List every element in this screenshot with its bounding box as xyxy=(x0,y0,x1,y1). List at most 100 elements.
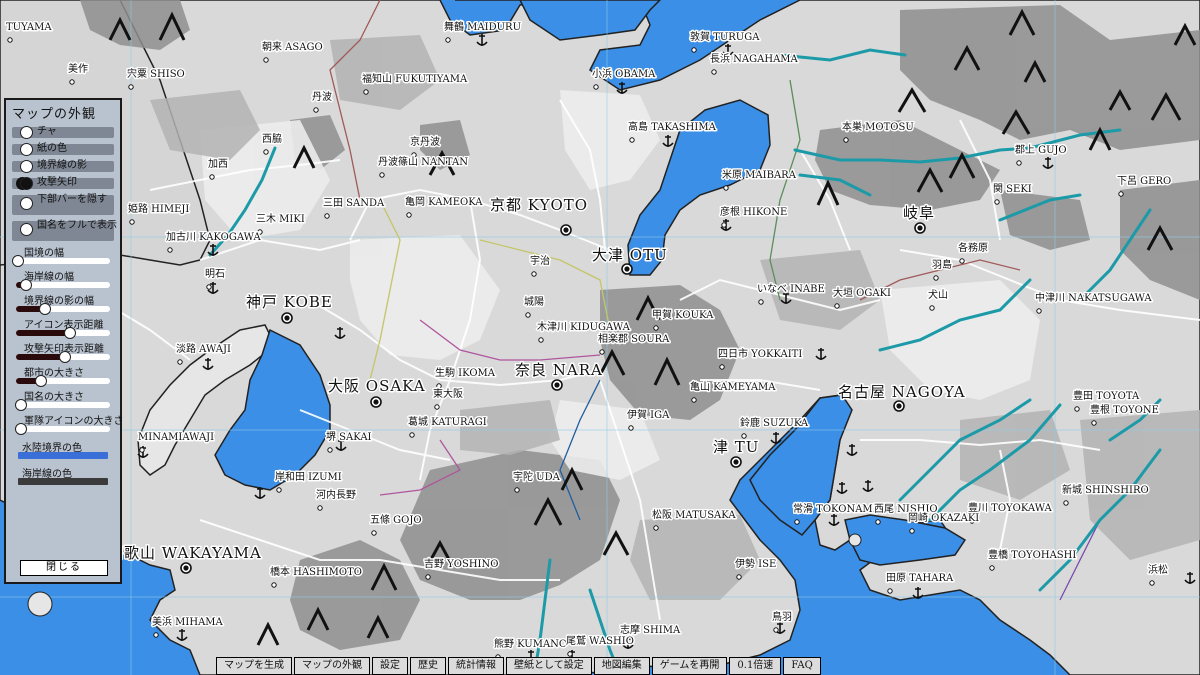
toolbar-button[interactable]: FAQ xyxy=(783,657,821,675)
city-label: 亀岡 KAMEOKA xyxy=(405,195,483,208)
slider-knob[interactable] xyxy=(15,399,27,411)
water-border-color-row[interactable]: 水陸境界の色 xyxy=(10,438,116,462)
city-marker xyxy=(1091,420,1097,426)
city-label: 甲賀 KOUKA xyxy=(652,309,714,321)
toggle-label: 国名をフルで表示 xyxy=(37,220,117,231)
city-marker xyxy=(593,84,599,90)
city-label: 鳥羽 xyxy=(772,610,792,623)
slider-knob[interactable] xyxy=(64,327,76,339)
coastline-color-row[interactable]: 海岸線の色 xyxy=(10,464,116,488)
city-label: 岸和田 IZUMI xyxy=(275,471,342,483)
toolbar-button[interactable]: マップの外観 xyxy=(294,657,370,675)
city-marker xyxy=(741,433,747,439)
slider-label: 軍隊アイコンの大きさ xyxy=(24,416,124,427)
slider-row[interactable]: 国境の幅 xyxy=(10,244,116,268)
slider-row[interactable]: 国名の大きさ xyxy=(10,388,116,412)
city-label: 朝来 ASAGO xyxy=(262,41,323,53)
color-swatch[interactable] xyxy=(18,452,108,459)
city-label: 三木 MIKI xyxy=(256,213,305,225)
city-marker xyxy=(628,425,634,431)
city-label: 松阪 MATUSAKA xyxy=(652,508,736,521)
toolbar-button[interactable]: 歴史 xyxy=(410,657,446,675)
toggle-row[interactable]: 攻撃矢印 xyxy=(10,175,116,192)
toggle-label: 下部バーを隠す xyxy=(37,194,107,205)
slider-knob[interactable] xyxy=(20,279,32,291)
slider-knob[interactable] xyxy=(39,303,51,315)
toggle-knob[interactable] xyxy=(20,160,33,173)
slider-row[interactable]: アイコン表示距離 xyxy=(10,316,116,340)
city-label: 各務原 xyxy=(958,241,988,254)
city-marker xyxy=(711,69,717,75)
slider-knob[interactable] xyxy=(12,255,24,267)
toggle-row[interactable]: チャ xyxy=(10,124,116,141)
toolbar-button[interactable]: 統計情報 xyxy=(448,657,504,675)
slider-track[interactable] xyxy=(16,426,110,432)
slider-knob[interactable] xyxy=(59,351,71,363)
toggle-row[interactable]: 境界線の影 xyxy=(10,158,116,175)
city-marker xyxy=(129,219,135,225)
close-button[interactable]: 閉じる xyxy=(20,560,108,576)
toggle-knob[interactable] xyxy=(20,223,33,236)
city-label: 大垣 OGAKI xyxy=(833,286,891,299)
slider-track[interactable] xyxy=(16,258,110,264)
city-label: 伊勢 ISE xyxy=(735,557,776,570)
slider-track[interactable] xyxy=(16,402,110,408)
toolbar-button[interactable]: 0.1倍速 xyxy=(729,657,782,675)
major-city-label: 京都 KYOTO xyxy=(490,196,588,214)
toggle-row[interactable]: 国名をフルで表示 xyxy=(10,218,117,244)
toolbar-button[interactable]: 地図編集 xyxy=(593,657,650,675)
slider-row[interactable]: 境界線の影の幅 xyxy=(10,292,116,316)
major-city-label: 津 TU xyxy=(713,438,759,456)
major-city-label: 神戸 KOBE xyxy=(246,293,333,311)
city-marker xyxy=(691,47,697,53)
toolbar-button[interactable]: ゲームを再開 xyxy=(651,657,728,675)
city-label: 四日市 YOKKAITI xyxy=(718,347,802,360)
city-marker xyxy=(436,383,442,389)
city-label: 生駒 IKOMA xyxy=(435,366,496,379)
city-label: 本巣 MOTOSU xyxy=(842,120,914,133)
toolbar-button[interactable]: マップを生成 xyxy=(216,657,292,675)
city-marker xyxy=(406,212,412,218)
slider-row[interactable]: 都市の大きさ xyxy=(10,364,116,388)
city-label: 堺 SAKAI xyxy=(326,431,372,443)
city-label: 高島 TAKASHIMA xyxy=(628,120,717,133)
city-marker xyxy=(514,487,520,493)
major-city-label: 岐阜 xyxy=(903,204,935,222)
city-marker xyxy=(445,37,451,43)
city-label: 鈴鹿 SUZUKA xyxy=(740,416,809,429)
toolbar-button[interactable]: 設定 xyxy=(372,657,408,675)
toggle-knob[interactable] xyxy=(20,197,33,210)
toggle-row[interactable]: 下部バーを隠す xyxy=(10,192,116,218)
slider-row[interactable]: 海岸線の幅 xyxy=(10,268,116,292)
city-marker xyxy=(7,37,13,43)
city-label: 小浜 OBAMA xyxy=(592,68,656,80)
color-swatch[interactable] xyxy=(18,478,108,485)
city-marker xyxy=(567,651,573,657)
slider-row[interactable]: 軍隊アイコンの大きさ xyxy=(10,412,124,436)
city-marker xyxy=(324,213,330,219)
slider-fill xyxy=(16,330,70,336)
toggle-knob[interactable] xyxy=(20,177,33,190)
toggle-label: 紙の色 xyxy=(37,143,67,154)
bottom-toolbar: マップを生成 マップの外観 設定 歴史 統計情報 壁紙として設定 地図編集 ゲームを再開 0.1… xyxy=(216,657,821,675)
toggle-row[interactable]: 紙の色 xyxy=(10,141,116,158)
city-marker xyxy=(887,588,893,594)
city-marker xyxy=(929,305,935,311)
city-marker xyxy=(653,325,659,331)
city-marker xyxy=(379,172,385,178)
city-label: 姫路 HIMEJI xyxy=(128,202,189,215)
city-marker xyxy=(1063,500,1069,506)
toggle-knob[interactable] xyxy=(20,126,33,139)
slider-knob[interactable] xyxy=(35,375,47,387)
city-label: 田原 TAHARA xyxy=(886,572,954,584)
city-label: 常滑 TOKONAME xyxy=(793,502,880,515)
toggle-knob[interactable] xyxy=(20,143,33,156)
city-marker xyxy=(525,312,531,318)
game-map[interactable]: 京都 KYOTO 大津 OTU 神戸 KOBE 大阪 OSAKA 奈良 NARA 名古屋 … xyxy=(0,0,1200,675)
slider-knob[interactable] xyxy=(15,423,27,435)
city-marker xyxy=(1149,580,1155,586)
city-label: 長浜 NAGAHAMA xyxy=(710,53,799,65)
toolbar-button[interactable]: 壁紙として設定 xyxy=(506,657,592,675)
slider-row[interactable]: 攻撃矢印表示距離 xyxy=(10,340,116,364)
city-label: 羽島 xyxy=(932,258,952,271)
